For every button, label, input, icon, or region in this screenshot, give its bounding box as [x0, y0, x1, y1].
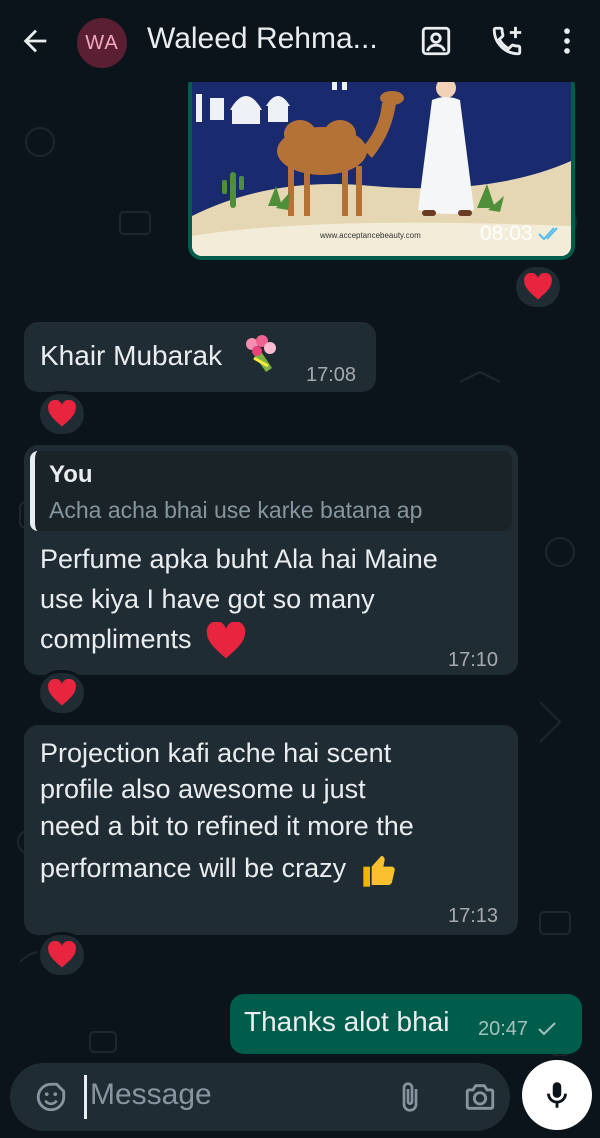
message-time: 08:03: [480, 222, 533, 245]
microphone-icon: [547, 1082, 567, 1108]
message-line: need a bit to refined it more the: [40, 811, 414, 841]
message-line: use kiya I have got so many: [40, 584, 375, 614]
heart-emoji-icon: [206, 621, 246, 659]
message-text: Khair Mubarak: [40, 340, 223, 371]
text-cursor: [84, 1075, 87, 1119]
heart-icon: [48, 941, 76, 968]
heart-icon: [524, 273, 552, 300]
heart-reaction[interactable]: [37, 670, 87, 716]
incoming-message[interactable]: Khair Mubarak 17:08: [24, 322, 376, 392]
message-line: Perfume apka buht Ala hai Maine: [40, 544, 438, 574]
heart-icon: [48, 400, 76, 427]
heart-reaction[interactable]: [513, 264, 563, 310]
message-line: compliments: [40, 619, 438, 660]
bouquet-emoji-icon: [246, 335, 276, 372]
quote-text: Acha acha bhai use karke batana ap: [49, 497, 423, 523]
contact-name[interactable]: Waleed Rehma...: [147, 22, 378, 56]
heart-reaction[interactable]: [37, 932, 87, 978]
avatar[interactable]: WA: [77, 18, 127, 68]
camera-icon[interactable]: [463, 1080, 497, 1114]
message-text: Thanks alot bhai: [244, 1006, 450, 1037]
message-line: Projection kafi ache hai scent: [40, 738, 392, 768]
heart-icon: [48, 679, 76, 706]
attach-icon[interactable]: [394, 1081, 426, 1113]
emoji-sticker-icon[interactable]: [34, 1080, 68, 1114]
outgoing-image-message[interactable]: www.acceptancebeauty.com 08:03: [188, 82, 575, 260]
message-time: 20:47: [478, 1018, 529, 1040]
heart-reaction[interactable]: [37, 391, 87, 437]
message-line: performance will be crazy: [40, 845, 414, 891]
image-watermark-url: www.acceptancebeauty.com: [319, 231, 421, 240]
message-composer: Message: [10, 1063, 510, 1131]
chat-header: WA Waleed Rehma...: [0, 0, 600, 82]
message-time: 17:10: [448, 649, 499, 671]
quote-author: You: [49, 461, 93, 488]
back-arrow-icon[interactable]: [18, 24, 52, 58]
outgoing-message[interactable]: Thanks alot bhai 20:47: [230, 994, 582, 1054]
read-receipt-icon: [538, 227, 558, 241]
sent-check-icon: [538, 1022, 556, 1036]
add-call-icon[interactable]: [490, 24, 524, 58]
message-line-text: compliments: [40, 624, 192, 654]
message-line: profile also awesome u just: [40, 774, 366, 804]
video-call-icon[interactable]: [419, 24, 453, 58]
quoted-message[interactable]: You Acha acha bhai use karke batana ap: [30, 451, 512, 531]
voice-message-button[interactable]: [522, 1060, 592, 1130]
message-time: 17:13: [448, 905, 499, 927]
incoming-reply-message[interactable]: You Acha acha bhai use karke batana ap P…: [24, 445, 518, 675]
message-line-text: performance will be crazy: [40, 853, 347, 883]
message-input[interactable]: Message: [90, 1078, 212, 1112]
incoming-message[interactable]: Projection kafi ache hai scent profile a…: [24, 725, 518, 935]
chat-area[interactable]: www.acceptancebeauty.com 08:03 Khair Mub…: [0, 82, 600, 1056]
message-time: 17:08: [306, 364, 357, 386]
thumbs-up-emoji-icon: [362, 855, 395, 887]
more-vert-icon[interactable]: [550, 24, 584, 58]
